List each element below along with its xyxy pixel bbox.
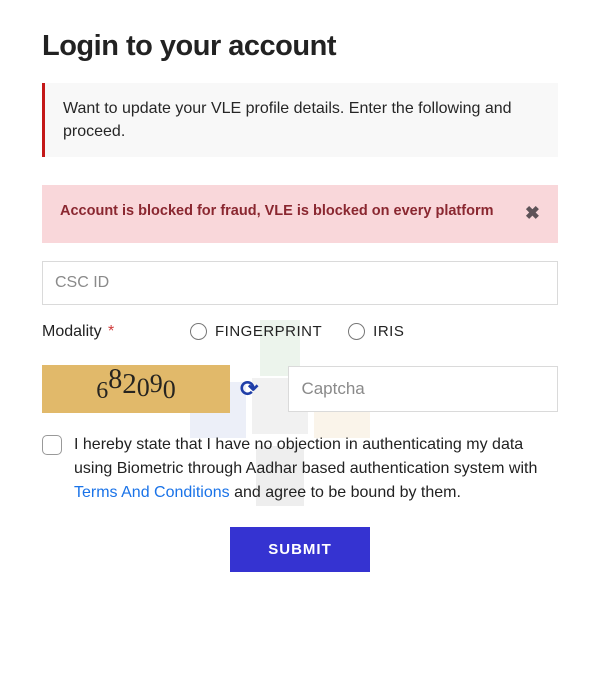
csc-id-input[interactable]	[42, 261, 558, 305]
captcha-row: 6 8 2 0 9 0 ⟳	[42, 365, 558, 413]
radio-label: IRIS	[373, 323, 404, 340]
info-banner: Want to update your VLE profile details.…	[42, 83, 558, 157]
error-alert: Account is blocked for fraud, VLE is blo…	[42, 185, 558, 242]
modality-label: Modality *	[42, 323, 162, 341]
radio-icon	[190, 323, 207, 340]
radio-icon	[348, 323, 365, 340]
modality-options: FINGERPRINT IRIS	[190, 323, 404, 340]
submit-button[interactable]: SUBMIT	[230, 527, 370, 572]
consent-checkbox[interactable]	[42, 435, 62, 455]
required-marker: *	[108, 323, 114, 340]
refresh-icon[interactable]: ⟳	[240, 376, 258, 402]
radio-label: FINGERPRINT	[215, 323, 322, 340]
modality-row: Modality * FINGERPRINT IRIS	[42, 323, 558, 341]
error-text: Account is blocked for fraud, VLE is blo…	[60, 201, 493, 221]
consent-row: I hereby state that I have no objection …	[42, 433, 558, 505]
captcha-input[interactable]	[288, 366, 558, 412]
captcha-image: 6 8 2 0 9 0	[42, 365, 230, 413]
terms-link[interactable]: Terms And Conditions	[74, 484, 230, 501]
page-title: Login to your account	[42, 30, 558, 63]
consent-text: I hereby state that I have no objection …	[74, 433, 558, 505]
close-icon[interactable]: ✖	[525, 201, 540, 226]
radio-fingerprint[interactable]: FINGERPRINT	[190, 323, 322, 340]
radio-iris[interactable]: IRIS	[348, 323, 404, 340]
